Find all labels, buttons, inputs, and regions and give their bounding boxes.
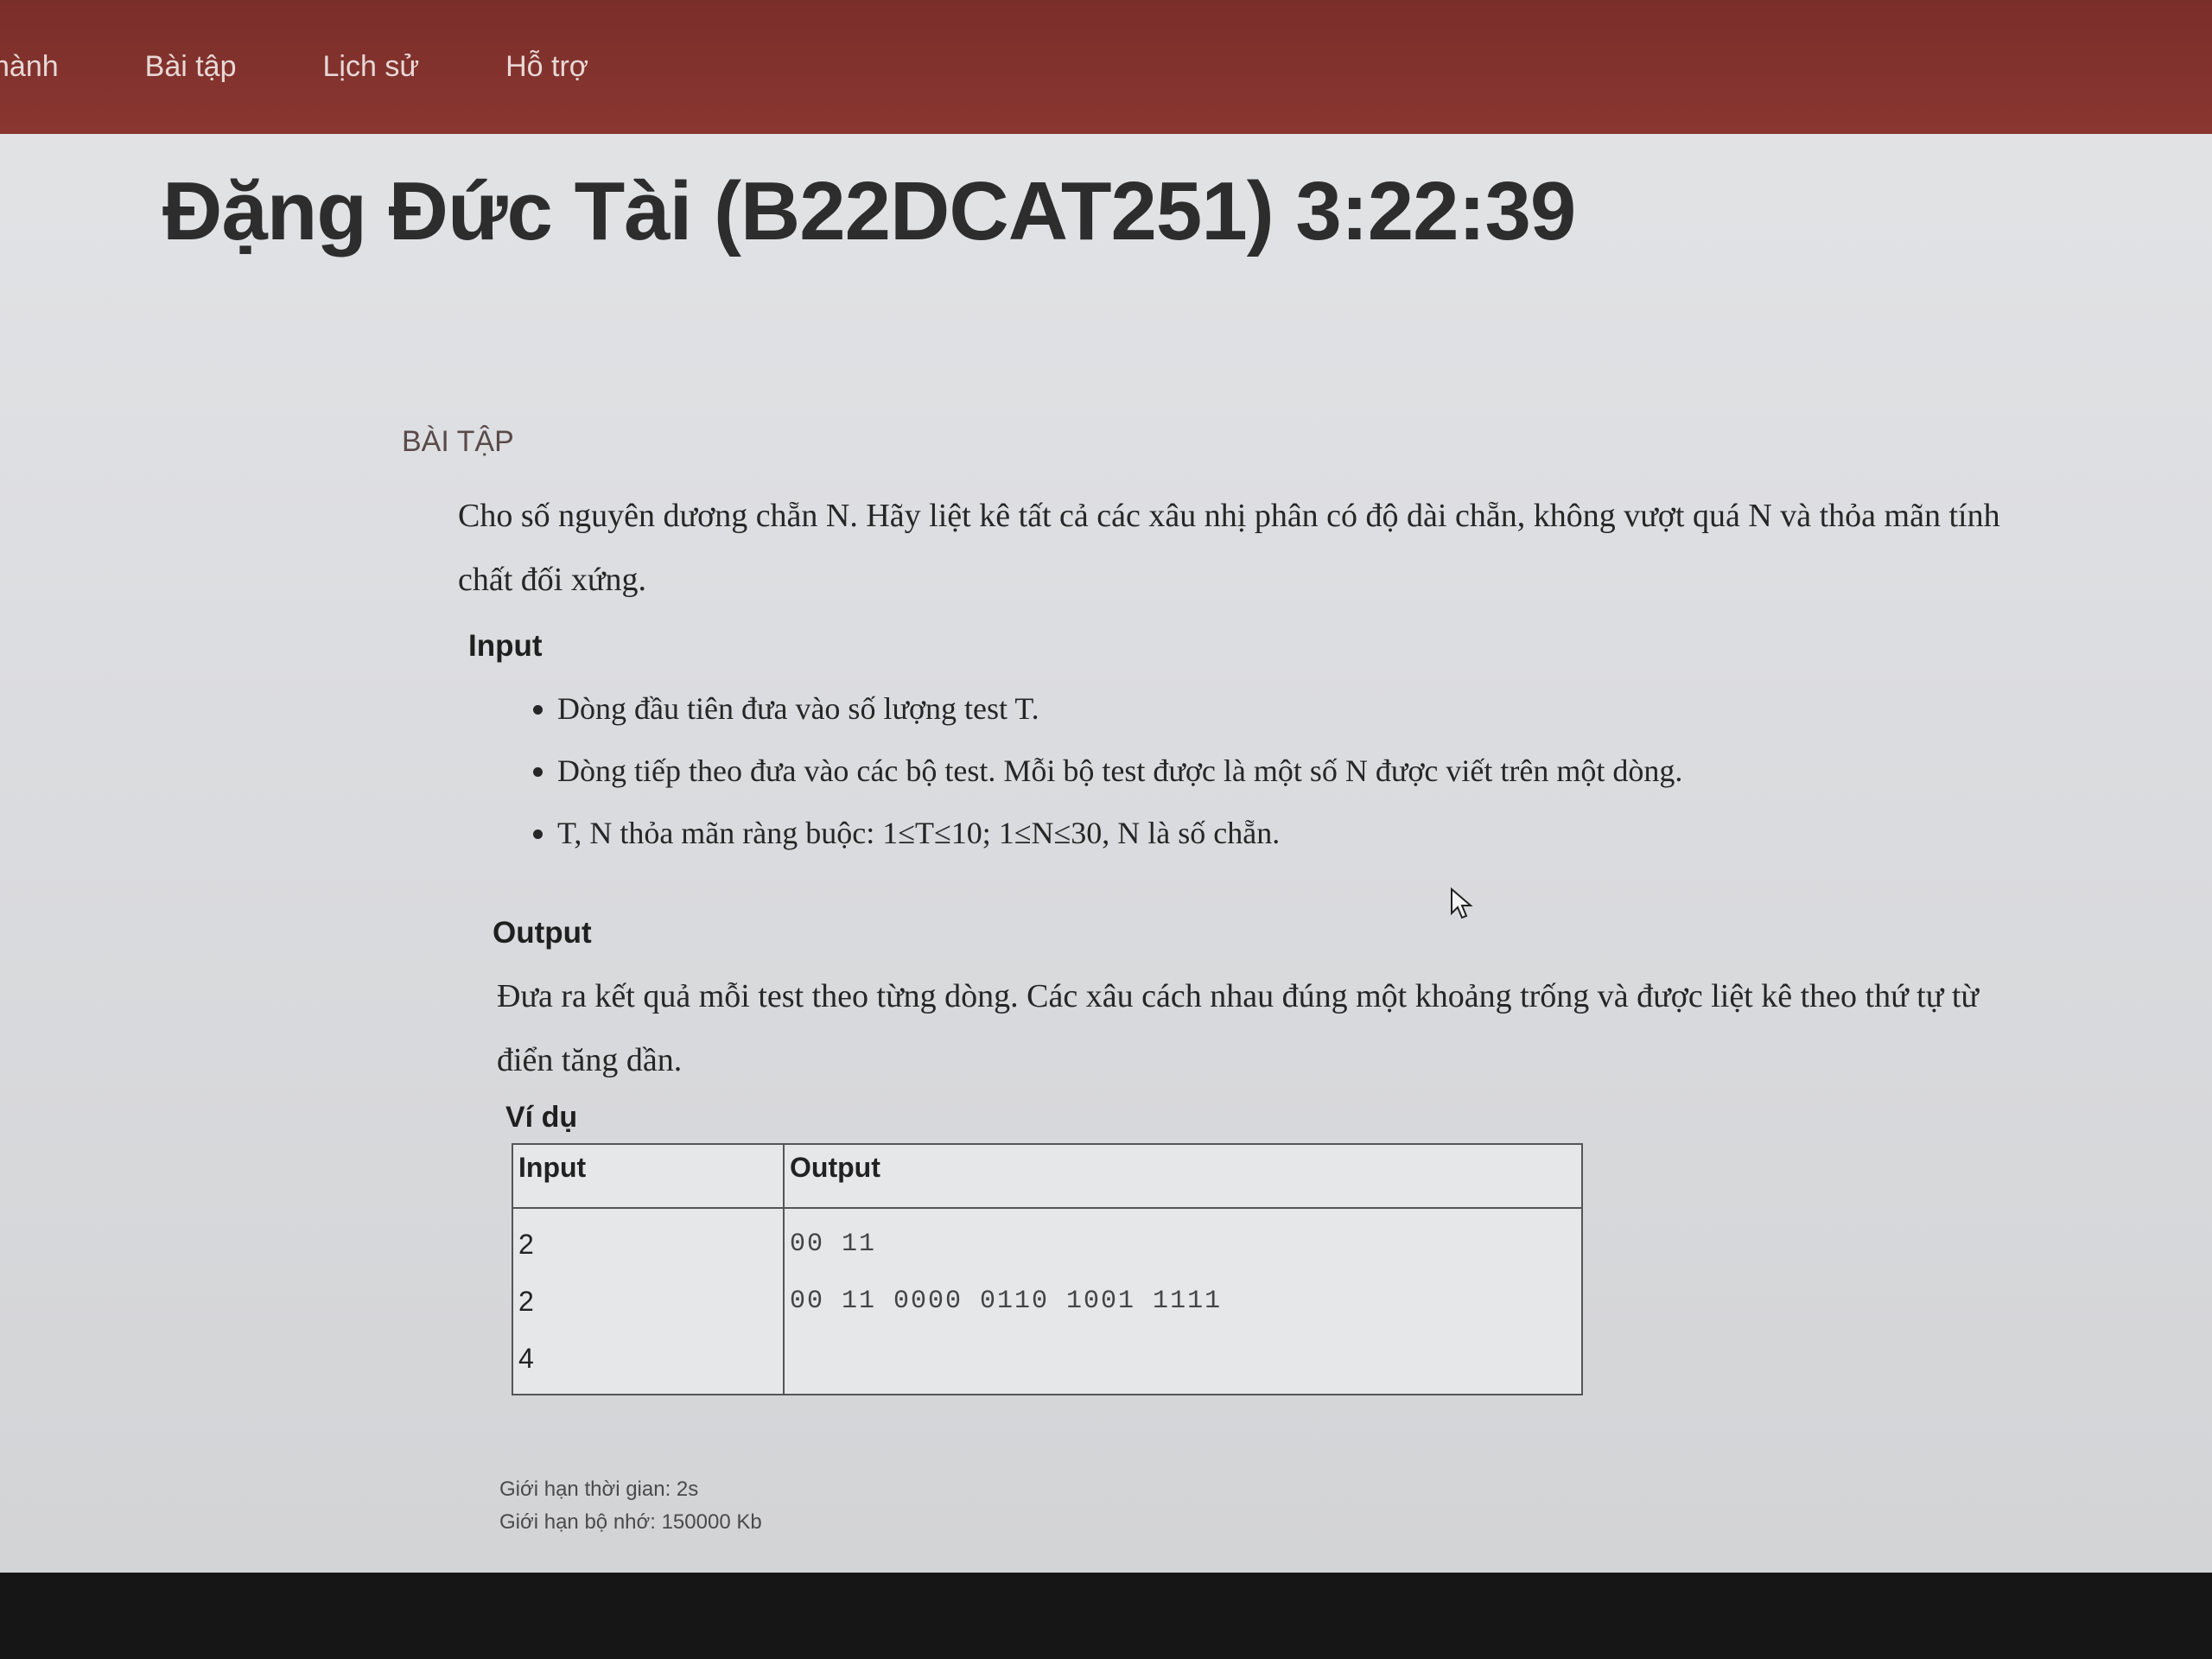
time-limit: Giới hạn thời gian: 2s (499, 1478, 699, 1501)
nav-item-bai-tap[interactable]: Bài tập (145, 50, 237, 84)
output-description: Đưa ra kết quả mỗi test theo từng dòng. … (497, 978, 1979, 1078)
limits-info: Giới hạn thời gian: 2s Giới hạn bộ nhớ: … (499, 1473, 762, 1539)
nav-item-thuc-hanh[interactable]: hành (0, 50, 59, 84)
example-input-cell: 2 2 4 (512, 1207, 785, 1395)
problem-statement: Cho số nguyên dương chẵn N. Hãy liệt kê … (458, 498, 2000, 598)
nav-item-ho-tro[interactable]: Hỗ trợ (505, 50, 588, 84)
nav-item-lich-su[interactable]: Lịch sử (323, 50, 420, 84)
example-table: Input Output 2 2 4 00 11 00 11 0000 0110… (512, 1143, 1583, 1395)
input-list: Dòng đầu tiên đưa vào số lượng test T. D… (458, 677, 2039, 864)
table-header-input: Input (512, 1143, 785, 1209)
list-item: Dòng tiếp theo đưa vào các bộ test. Mỗi … (557, 740, 2039, 802)
example-input-line: 4 (518, 1343, 534, 1374)
top-navbar: hành Bài tập Lịch sử Hỗ trợ (0, 0, 2212, 134)
output-heading: Output (493, 916, 592, 950)
example-output-line: 00 11 (790, 1230, 877, 1259)
table-header-output: Output (783, 1143, 1583, 1209)
example-output-cell: 00 11 00 11 0000 0110 1001 1111 (783, 1207, 1583, 1395)
problem-content: Cho số nguyên dương chẵn N. Hãy liệt kê … (458, 484, 2039, 1395)
example-output-line: 00 11 0000 0110 1001 1111 (790, 1287, 1223, 1316)
monitor-bezel (0, 1573, 2212, 1659)
list-item: Dòng đầu tiên đưa vào số lượng test T. (557, 677, 2039, 740)
mouse-cursor-icon (1451, 887, 1473, 919)
table-row: 2 2 4 00 11 00 11 0000 0110 1001 1111 (512, 1207, 1583, 1395)
input-heading: Input (468, 629, 543, 663)
page-title: Đặng Đức Tài (B22DCAT251) 3:22:39 (162, 165, 1576, 257)
example-input-line: 2 (518, 1286, 534, 1317)
memory-limit: Giới hạn bộ nhớ: 150000 Kb (499, 1510, 762, 1534)
example-input-line: 2 (518, 1229, 534, 1260)
browser-screen: hành Bài tập Lịch sử Hỗ trợ Đặng Đức Tài… (0, 0, 2212, 1573)
table-header-row: Input Output (512, 1143, 1583, 1209)
list-item: T, N thỏa mãn ràng buộc: 1≤T≤10; 1≤N≤30,… (557, 802, 2039, 864)
section-label: BÀI TẬP (402, 425, 514, 458)
example-heading: Ví dụ (505, 1101, 578, 1134)
